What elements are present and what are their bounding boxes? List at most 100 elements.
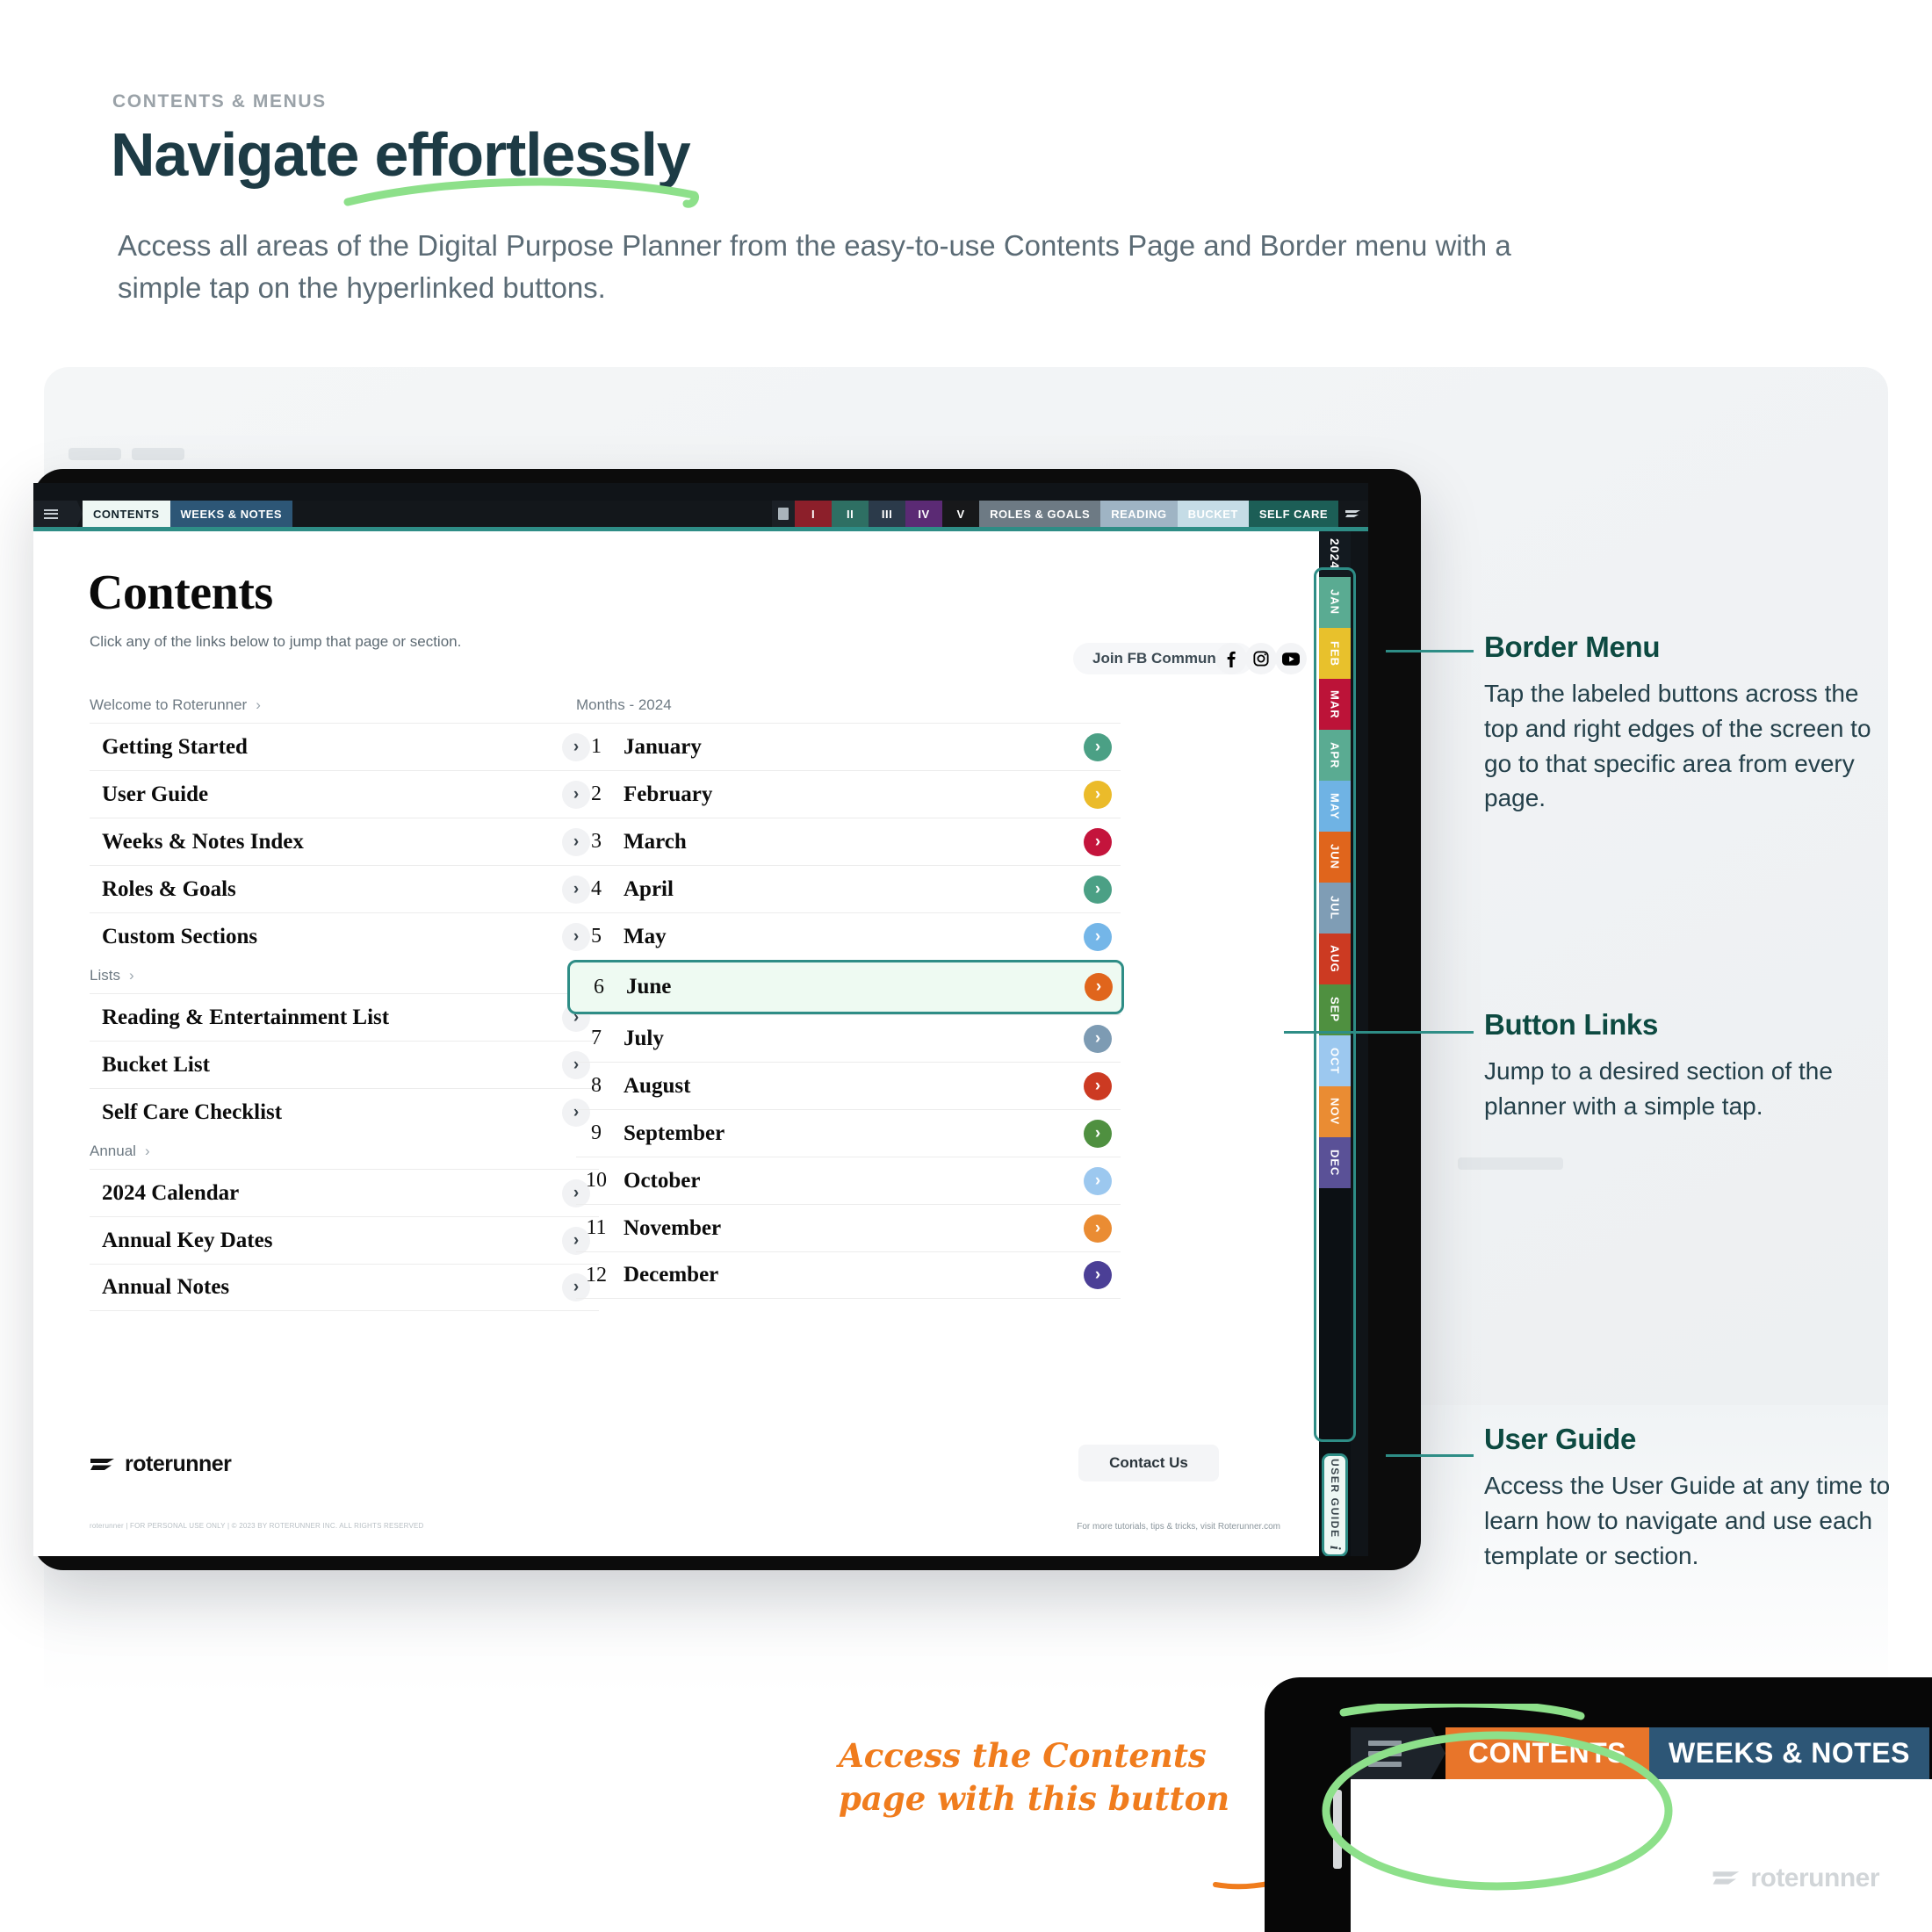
- border-menu-tab-mar[interactable]: MAR: [1319, 679, 1351, 730]
- list-item[interactable]: Annual Notes ›: [90, 1264, 599, 1311]
- border-menu-tab-jun[interactable]: JUN: [1319, 832, 1351, 883]
- border-menu-tab-jul[interactable]: JUL: [1319, 883, 1351, 934]
- border-menu-tab-may[interactable]: MAY: [1319, 781, 1351, 832]
- list-item[interactable]: Roles & Goals ›: [90, 865, 599, 912]
- roterunner-mark-icon: [1712, 1871, 1740, 1885]
- inset-tab-contents[interactable]: CONTENTS: [1445, 1727, 1649, 1779]
- user-guide-tab[interactable]: USER GUIDE i: [1322, 1453, 1348, 1556]
- chevron-right-icon[interactable]: ›: [1084, 1261, 1112, 1289]
- group-heading-label: Welcome to Roterunner: [90, 696, 248, 713]
- border-menu-tab-oct[interactable]: OCT: [1319, 1035, 1351, 1086]
- section-eyebrow: CONTENTS & MENUS: [112, 91, 327, 112]
- table-row[interactable]: 10 October ›: [576, 1157, 1121, 1204]
- connector-border-menu: [1386, 650, 1474, 652]
- list-item[interactable]: Custom Sections ›: [90, 912, 599, 960]
- annotation-button-links: Button Links Jump to a desired section o…: [1484, 1008, 1897, 1124]
- toolbar-tab-bucket[interactable]: BUCKET: [1177, 501, 1249, 527]
- stage-chip: [1458, 1157, 1563, 1170]
- border-menu-tab-apr[interactable]: APR: [1319, 730, 1351, 781]
- toolbar-numeral-iii[interactable]: III: [869, 501, 906, 527]
- list-item[interactable]: Annual Key Dates ›: [90, 1216, 599, 1264]
- table-row[interactable]: 1 January ›: [576, 723, 1121, 770]
- table-row[interactable]: 5 May ›: [576, 912, 1121, 960]
- volume-button[interactable]: [1333, 1790, 1342, 1869]
- roterunner-mark-icon: [90, 1458, 114, 1470]
- month-label: May: [624, 924, 667, 948]
- border-menu-tab-jan[interactable]: JAN: [1319, 577, 1351, 628]
- chevron-right-icon[interactable]: ›: [1084, 875, 1112, 904]
- month-label: December: [624, 1263, 719, 1287]
- month-index: 12: [586, 1263, 607, 1287]
- list-item[interactable]: 2024 Calendar ›: [90, 1169, 599, 1216]
- group-heading-label: Annual: [90, 1143, 136, 1159]
- list-item[interactable]: Getting Started ›: [90, 723, 599, 770]
- inset-tab-weeks-notes[interactable]: WEEKS & NOTES: [1649, 1727, 1929, 1779]
- border-menu-tab-feb[interactable]: FEB: [1319, 628, 1351, 679]
- youtube-icon[interactable]: [1275, 643, 1307, 674]
- chevron-right-icon: ›: [128, 967, 134, 984]
- roterunner-mark-icon: [1338, 501, 1368, 527]
- chevron-right-icon[interactable]: ›: [1084, 780, 1112, 809]
- group-heading-welcome: Welcome to Roterunner ›: [90, 689, 599, 723]
- toolbar-numeral-v[interactable]: V: [942, 501, 980, 527]
- menu-hamburger-icon[interactable]: [1351, 1727, 1419, 1779]
- list-item[interactable]: User Guide ›: [90, 770, 599, 818]
- table-row[interactable]: 9 September ›: [576, 1109, 1121, 1157]
- chevron-right-icon[interactable]: ›: [1084, 1214, 1112, 1243]
- chevron-right-icon[interactable]: ›: [1084, 1024, 1112, 1053]
- table-row[interactable]: 12 December ›: [576, 1251, 1121, 1299]
- menu-hamburger-icon[interactable]: [33, 501, 68, 527]
- contents-months-column: Months - 2024 1 January › 2 February › 3…: [567, 689, 1124, 1299]
- group-heading-months: Months - 2024: [576, 689, 1121, 723]
- list-view-icon[interactable]: [772, 501, 796, 527]
- month-label: April: [624, 876, 674, 901]
- chevron-right-icon[interactable]: ›: [1084, 922, 1112, 951]
- toolbar-numeral-ii[interactable]: II: [832, 501, 869, 527]
- border-menu-tab-sep[interactable]: SEP: [1319, 984, 1351, 1035]
- logo-text: roterunner: [125, 1452, 232, 1476]
- list-item[interactable]: Reading & Entertainment List ›: [90, 993, 599, 1041]
- border-menu-tab-nov[interactable]: NOV: [1319, 1086, 1351, 1137]
- table-row[interactable]: 8 August ›: [576, 1062, 1121, 1109]
- toolbar-tab-weeks-notes[interactable]: WEEKS & NOTES: [169, 501, 293, 527]
- annotation-title: Button Links: [1484, 1008, 1659, 1041]
- border-menu-year[interactable]: 2024: [1319, 531, 1351, 577]
- chevron-right-icon[interactable]: ›: [1084, 732, 1112, 761]
- instagram-icon[interactable]: [1245, 643, 1277, 674]
- toolbar-numeral-i[interactable]: I: [795, 501, 833, 527]
- list-item-label: Reading & Entertainment List: [102, 1005, 390, 1029]
- table-row[interactable]: 2 February ›: [576, 770, 1121, 818]
- chevron-right-icon[interactable]: ›: [1084, 1071, 1112, 1100]
- chevron-right-icon[interactable]: ›: [1084, 1166, 1112, 1195]
- facebook-icon[interactable]: [1215, 643, 1247, 674]
- annotation-body: Jump to a desired section of the planner…: [1484, 1057, 1833, 1120]
- month-index: 2: [591, 782, 602, 805]
- chevron-right-icon: ›: [256, 696, 261, 713]
- chevron-right-icon[interactable]: ›: [1084, 827, 1112, 856]
- annotation-body: Access the User Guide at any time to lea…: [1484, 1472, 1891, 1569]
- chevron-right-icon[interactable]: ›: [1084, 1119, 1112, 1148]
- toolbar-tab-contents[interactable]: CONTENTS: [83, 501, 170, 527]
- toolbar-tab-reading[interactable]: READING: [1100, 501, 1178, 527]
- list-item-label: Weeks & Notes Index: [102, 829, 304, 854]
- toolbar-tab-roles-goals[interactable]: ROLES & GOALS: [979, 501, 1101, 527]
- chevron-right-icon[interactable]: ›: [1085, 973, 1113, 1001]
- inset-toolbar: CONTENTS WEEKS & NOTES: [1351, 1727, 1929, 1779]
- table-row[interactable]: 11 November ›: [576, 1204, 1121, 1251]
- toolbar-numeral-iv[interactable]: IV: [905, 501, 943, 527]
- table-row[interactable]: 4 April ›: [576, 865, 1121, 912]
- list-item[interactable]: Weeks & Notes Index ›: [90, 818, 599, 865]
- annotation-title: Border Menu: [1484, 631, 1661, 663]
- toolbar-tab-self-care[interactable]: SELF CARE: [1248, 501, 1338, 527]
- planner-page: Contents Click any of the links below to…: [33, 531, 1319, 1556]
- logo-text: roterunner: [1750, 1864, 1879, 1892]
- list-item[interactable]: Bucket List ›: [90, 1041, 599, 1088]
- table-row[interactable]: 3 March ›: [576, 818, 1121, 865]
- border-menu-tab-aug[interactable]: AUG: [1319, 934, 1351, 984]
- chevron-right-icon: ›: [144, 1143, 150, 1159]
- table-row[interactable]: 7 July ›: [576, 1014, 1121, 1062]
- contact-us-button[interactable]: Contact Us: [1078, 1445, 1219, 1481]
- list-item[interactable]: Self Care Checklist ›: [90, 1088, 599, 1135]
- table-row-selected-june[interactable]: 6 June ›: [567, 960, 1124, 1014]
- border-menu-tab-dec[interactable]: DEC: [1319, 1137, 1351, 1188]
